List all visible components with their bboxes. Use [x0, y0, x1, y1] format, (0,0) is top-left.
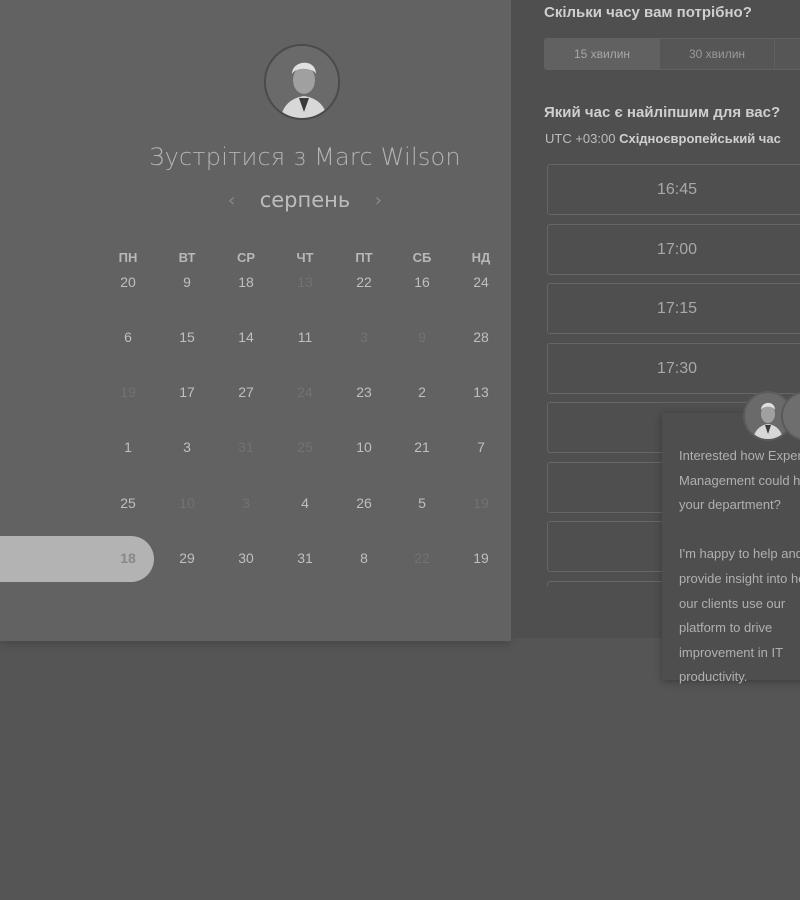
duration-tabs: 15 хвилин 30 хвилин — [544, 38, 800, 70]
chat-message: Interested how Expert Management could h… — [679, 448, 800, 685]
calendar-day[interactable]: 19 — [461, 550, 501, 566]
calendar-day: 19 — [473, 495, 489, 511]
weekday-header: СБ — [412, 250, 432, 265]
weekday-header: ЧТ — [296, 250, 314, 265]
calendar-day[interactable]: 5 — [402, 495, 442, 511]
host-avatar — [264, 44, 340, 120]
calendar-day[interactable]: 11 — [285, 329, 325, 345]
duration-title: Скільки часу вам потрібно? — [544, 4, 752, 21]
calendar-day[interactable]: 20 — [108, 274, 148, 290]
weekday-header: ПН — [118, 250, 138, 265]
time-slot[interactable]: 16:45 — [547, 164, 800, 215]
calendar-day[interactable]: 15 — [167, 329, 207, 345]
timezone-offset: UTC +03:00 — [545, 131, 616, 146]
duration-option-15[interactable]: 15 хвилин — [545, 39, 660, 69]
calendar-day[interactable]: 1 — [108, 439, 148, 455]
calendar-day[interactable]: 10 — [344, 439, 384, 455]
month-navigator: ‹ серпень › — [0, 188, 610, 212]
calendar-day[interactable]: 27 — [226, 384, 266, 400]
timezone-name: Східноєвропейський час — [619, 131, 781, 146]
calendar-day[interactable]: 14 — [226, 329, 266, 345]
calendar-day: 19 — [120, 384, 136, 400]
calendar-day[interactable]: 17 — [167, 384, 207, 400]
calendar-day[interactable]: 9 — [167, 274, 207, 290]
chevron-left-icon[interactable]: ‹ — [217, 190, 247, 211]
weekday-header: ВТ — [178, 250, 196, 265]
calendar-day: 13 — [297, 274, 313, 290]
calendar-day[interactable]: 31 — [285, 550, 325, 566]
calendar-day[interactable]: 30 — [226, 550, 266, 566]
calendar-day[interactable]: 29 — [167, 550, 207, 566]
calendar-day[interactable]: 25 — [108, 495, 148, 511]
time-slot[interactable]: 17:15 — [547, 283, 800, 334]
calendar-day-selected[interactable]: 18 — [108, 550, 148, 566]
weekday-header: ПТ — [355, 250, 373, 265]
calendar-day: 10 — [179, 495, 195, 511]
calendar-day[interactable]: 7 — [461, 439, 501, 455]
weekday-header: СР — [236, 250, 256, 265]
calendar-day: 25 — [297, 439, 313, 455]
time-title: Який час є найліпшим для вас? — [544, 104, 781, 121]
calendar-day[interactable]: 2 — [402, 384, 442, 400]
calendar-day[interactable]: 23 — [344, 384, 384, 400]
timezone-label: UTC +03:00 Східноєвропейський час — [545, 131, 781, 146]
weekday-header: НД — [471, 250, 491, 265]
calendar-day[interactable]: 21 — [402, 439, 442, 455]
calendar-day[interactable]: 16 — [402, 274, 442, 290]
calendar-day: 3 — [242, 495, 250, 511]
calendar-day[interactable]: 28 — [461, 329, 501, 345]
time-slot[interactable]: 17:00 — [547, 223, 800, 275]
calendar-day: 24 — [297, 384, 313, 400]
calendar-day[interactable]: 26 — [344, 495, 384, 511]
calendar-day[interactable]: 4 — [285, 495, 325, 511]
calendar-day: 3 — [360, 329, 368, 345]
calendar-day[interactable]: 18 — [226, 274, 266, 290]
meeting-title: Зустрітися з Marc Wilson — [149, 143, 461, 171]
calendar-day[interactable]: 6 — [108, 329, 148, 345]
calendar-day[interactable]: 24 — [461, 274, 501, 290]
time-slot[interactable]: 17:30 — [547, 342, 800, 394]
duration-option-30[interactable]: 30 хвилин — [660, 39, 775, 69]
month-label: серпень — [259, 188, 351, 212]
calendar-day: 22 — [414, 550, 430, 566]
calendar-day: 31 — [238, 439, 254, 455]
chevron-right-icon[interactable]: › — [363, 190, 393, 211]
calendar-day[interactable]: 13 — [461, 384, 501, 400]
calendar-day[interactable]: 22 — [344, 274, 384, 290]
calendar-day[interactable]: 8 — [344, 550, 384, 566]
calendar-day: 9 — [418, 329, 426, 345]
calendar-day[interactable]: 3 — [167, 439, 207, 455]
